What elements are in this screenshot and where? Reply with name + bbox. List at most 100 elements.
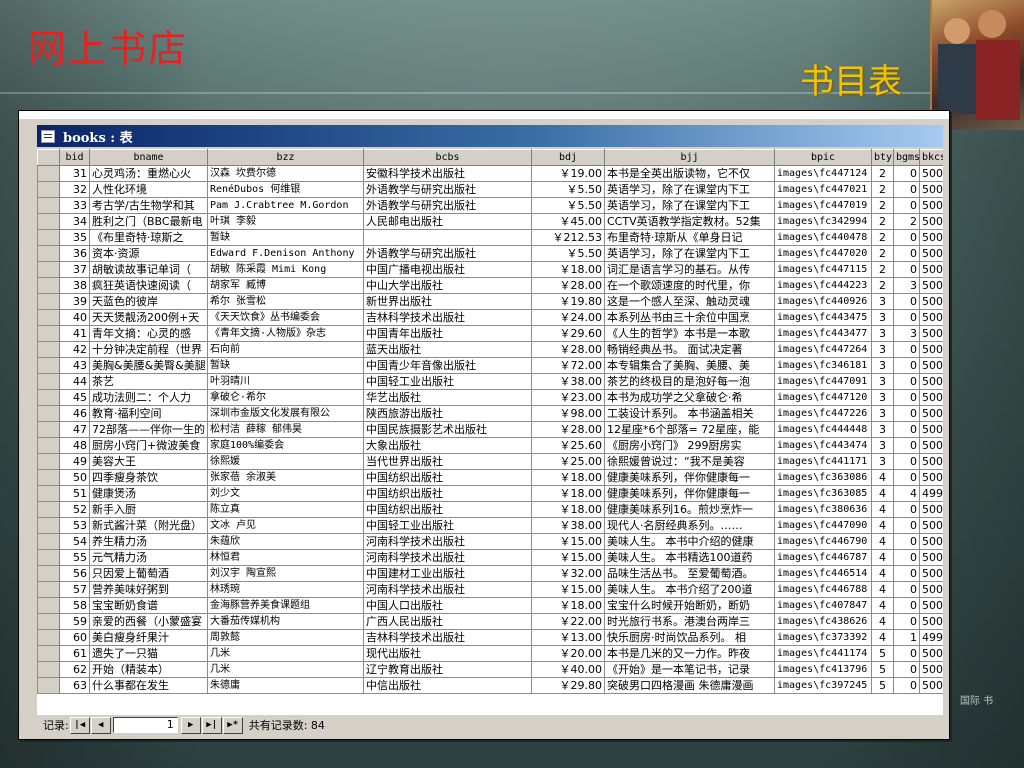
cell-bid[interactable]: 38 (59, 277, 90, 294)
cell-bzz[interactable]: 叶羽晴川 (207, 373, 364, 390)
cell-bpic[interactable]: images\fc363086 (774, 469, 872, 486)
cell-bid[interactable]: 57 (59, 581, 90, 598)
table-row[interactable]: 40 天天煲靓汤200例+天 《天天饮食》丛书编委会 吉林科学技术出版社 ￥24.00 本… (37, 309, 943, 326)
last-record-button[interactable]: ▶| (201, 716, 222, 734)
cell-bdj[interactable]: ￥29.60 (531, 325, 605, 342)
cell-bkcs[interactable]: 500 (919, 229, 943, 246)
cell-bgms[interactable]: 0 (893, 357, 920, 374)
cell-bcbs[interactable]: 当代世界出版社 (363, 453, 532, 470)
cell-bpic[interactable]: images\fc447120 (774, 389, 872, 406)
cell-bname[interactable]: 天蓝色的彼岸 (89, 293, 208, 310)
cell-bty[interactable]: 3 (871, 373, 894, 390)
cell-bid[interactable]: 31 (59, 165, 90, 182)
cell-bid[interactable]: 59 (59, 613, 90, 630)
cell-bty[interactable]: 3 (871, 341, 894, 358)
cell-bkcs[interactable]: 500 (919, 677, 943, 694)
cell-bgms[interactable]: 0 (893, 613, 920, 630)
cell-bzz[interactable]: 朱德庸 (207, 677, 364, 694)
row-selector[interactable] (37, 277, 60, 294)
cell-bid[interactable]: 33 (59, 197, 90, 214)
cell-bid[interactable]: 52 (59, 501, 90, 518)
cell-bgms[interactable]: 2 (893, 213, 920, 230)
column-header-bkcs[interactable]: bkcs (919, 149, 943, 166)
cell-bcbs[interactable]: 中国建材工业出版社 (363, 565, 532, 582)
cell-bname[interactable]: 十分钟决定前程（世界 (89, 341, 208, 358)
cell-bty[interactable]: 4 (871, 565, 894, 582)
cell-bpic[interactable]: images\fc447226 (774, 405, 872, 422)
cell-bkcs[interactable]: 500 (919, 373, 943, 390)
cell-bdj[interactable]: ￥25.60 (531, 437, 605, 454)
cell-bjj[interactable]: 健康美味系列16。煎炒烹炸一 (604, 501, 775, 518)
cell-bname[interactable]: 心灵鸡汤：重燃心火 (89, 165, 208, 182)
previous-record-button[interactable]: ◀ (90, 716, 111, 734)
table-row[interactable]: 62 开始（精装本） 几米 辽宁教育出版社 ￥40.00 《开始》是一本笔记书，记录 ima… (37, 661, 943, 678)
row-selector[interactable] (37, 549, 60, 566)
row-selector[interactable] (37, 421, 60, 438)
cell-bgms[interactable]: 3 (893, 325, 920, 342)
cell-bname[interactable]: 天天煲靓汤200例+天 (89, 309, 208, 326)
cell-bjj[interactable]: 布里奇特·琼斯从《单身日记 (604, 229, 775, 246)
cell-bcbs[interactable]: 河南科学技术出版社 (363, 549, 532, 566)
table-row[interactable]: 39 天蓝色的彼岸 希尔 张雪松 新世界出版社 ￥19.80 这是一个感人至深、触动灵魂 i… (37, 293, 943, 310)
cell-bgms[interactable]: 4 (893, 485, 920, 502)
cell-bkcs[interactable]: 500 (919, 165, 943, 182)
cell-bcbs[interactable]: 安徽科学技术出版社 (363, 165, 532, 182)
cell-bty[interactable]: 2 (871, 213, 894, 230)
cell-bid[interactable]: 48 (59, 437, 90, 454)
cell-bty[interactable]: 3 (871, 437, 894, 454)
table-row[interactable]: 58 宝宝断奶食谱 金海豚营养美食课题组 中国人口出版社 ￥18.00 宝宝什么时候开始断… (37, 597, 943, 614)
first-record-button[interactable]: |◀ (69, 716, 90, 734)
table-row[interactable]: 54 养生精力汤 朱蕴欣 河南科学技术出版社 ￥15.00 美味人生。 本书中介绍的健康 i… (37, 533, 943, 550)
cell-bid[interactable]: 40 (59, 309, 90, 326)
cell-bjj[interactable]: 《厨房小窍门》 299厨房实 (604, 437, 775, 454)
cell-bkcs[interactable]: 500 (919, 357, 943, 374)
row-selector[interactable] (37, 517, 60, 534)
cell-bcbs[interactable]: 现代出版社 (363, 645, 532, 662)
cell-bcbs[interactable]: 广西人民出版社 (363, 613, 532, 630)
cell-bcbs[interactable]: 外语教学与研究出版社 (363, 197, 532, 214)
cell-bdj[interactable]: ￥98.00 (531, 405, 605, 422)
column-header-bty[interactable]: bty (871, 149, 894, 166)
cell-bty[interactable]: 4 (871, 597, 894, 614)
cell-bkcs[interactable]: 500 (919, 309, 943, 326)
cell-bzz[interactable]: 胡敏 陈采霞 Mimi Kong (207, 261, 364, 278)
column-header-bcbs[interactable]: bcbs (363, 149, 532, 166)
cell-bcbs[interactable]: 中国轻工业出版社 (363, 373, 532, 390)
row-selector[interactable] (37, 309, 60, 326)
cell-bname[interactable]: 72部落——伴你一生的 (89, 421, 208, 438)
cell-bkcs[interactable]: 500 (919, 293, 943, 310)
cell-bgms[interactable]: 0 (893, 581, 920, 598)
cell-bjj[interactable]: 健康美味系列，伴你健康每一 (604, 469, 775, 486)
cell-bkcs[interactable]: 500 (919, 421, 943, 438)
cell-bpic[interactable]: images\fc447021 (774, 181, 872, 198)
cell-bid[interactable]: 32 (59, 181, 90, 198)
cell-bzz[interactable]: 叶琪 李毅 (207, 213, 364, 230)
row-selector[interactable] (37, 485, 60, 502)
cell-bdj[interactable]: ￥13.00 (531, 629, 605, 646)
cell-bzz[interactable]: 《青年文摘·人物版》杂志 (207, 325, 364, 342)
cell-bpic[interactable]: images\fc342994 (774, 213, 872, 230)
cell-bpic[interactable]: images\fc346181 (774, 357, 872, 374)
cell-bjj[interactable]: 品味生活丛书。 至爱葡萄酒。 (604, 565, 775, 582)
cell-bname[interactable]: 宝宝断奶食谱 (89, 597, 208, 614)
table-row[interactable]: 33 考古学/古生物学和其 Pam J.Crabtree M.Gordon 外语教学与… (37, 197, 943, 214)
cell-bgms[interactable]: 0 (893, 533, 920, 550)
cell-bgms[interactable]: 0 (893, 261, 920, 278)
row-selector[interactable] (37, 197, 60, 214)
cell-bzz[interactable]: 几米 (207, 645, 364, 662)
table-row[interactable]: 41 青年文摘：心灵的感 《青年文摘·人物版》杂志 中国青年出版社 ￥29.60 《人生的… (37, 325, 943, 342)
cell-bpic[interactable]: images\fc363085 (774, 485, 872, 502)
cell-bjj[interactable]: 时光旅行书系。港澳台两岸三 (604, 613, 775, 630)
row-selector[interactable] (37, 341, 60, 358)
cell-bdj[interactable]: ￥5.50 (531, 181, 605, 198)
cell-bcbs[interactable]: 大象出版社 (363, 437, 532, 454)
cell-bname[interactable]: 资本·资源 (89, 245, 208, 262)
cell-bkcs[interactable]: 500 (919, 389, 943, 406)
cell-bpic[interactable]: images\fc446787 (774, 549, 872, 566)
cell-bjj[interactable]: 在一个歌颂速度的时代里，你 (604, 277, 775, 294)
cell-bgms[interactable]: 0 (893, 341, 920, 358)
cell-bjj[interactable]: 本系列丛书由三十余位中国烹 (604, 309, 775, 326)
cell-bname[interactable]: 健康煲汤 (89, 485, 208, 502)
cell-bgms[interactable]: 0 (893, 645, 920, 662)
cell-bkcs[interactable]: 500 (919, 277, 943, 294)
